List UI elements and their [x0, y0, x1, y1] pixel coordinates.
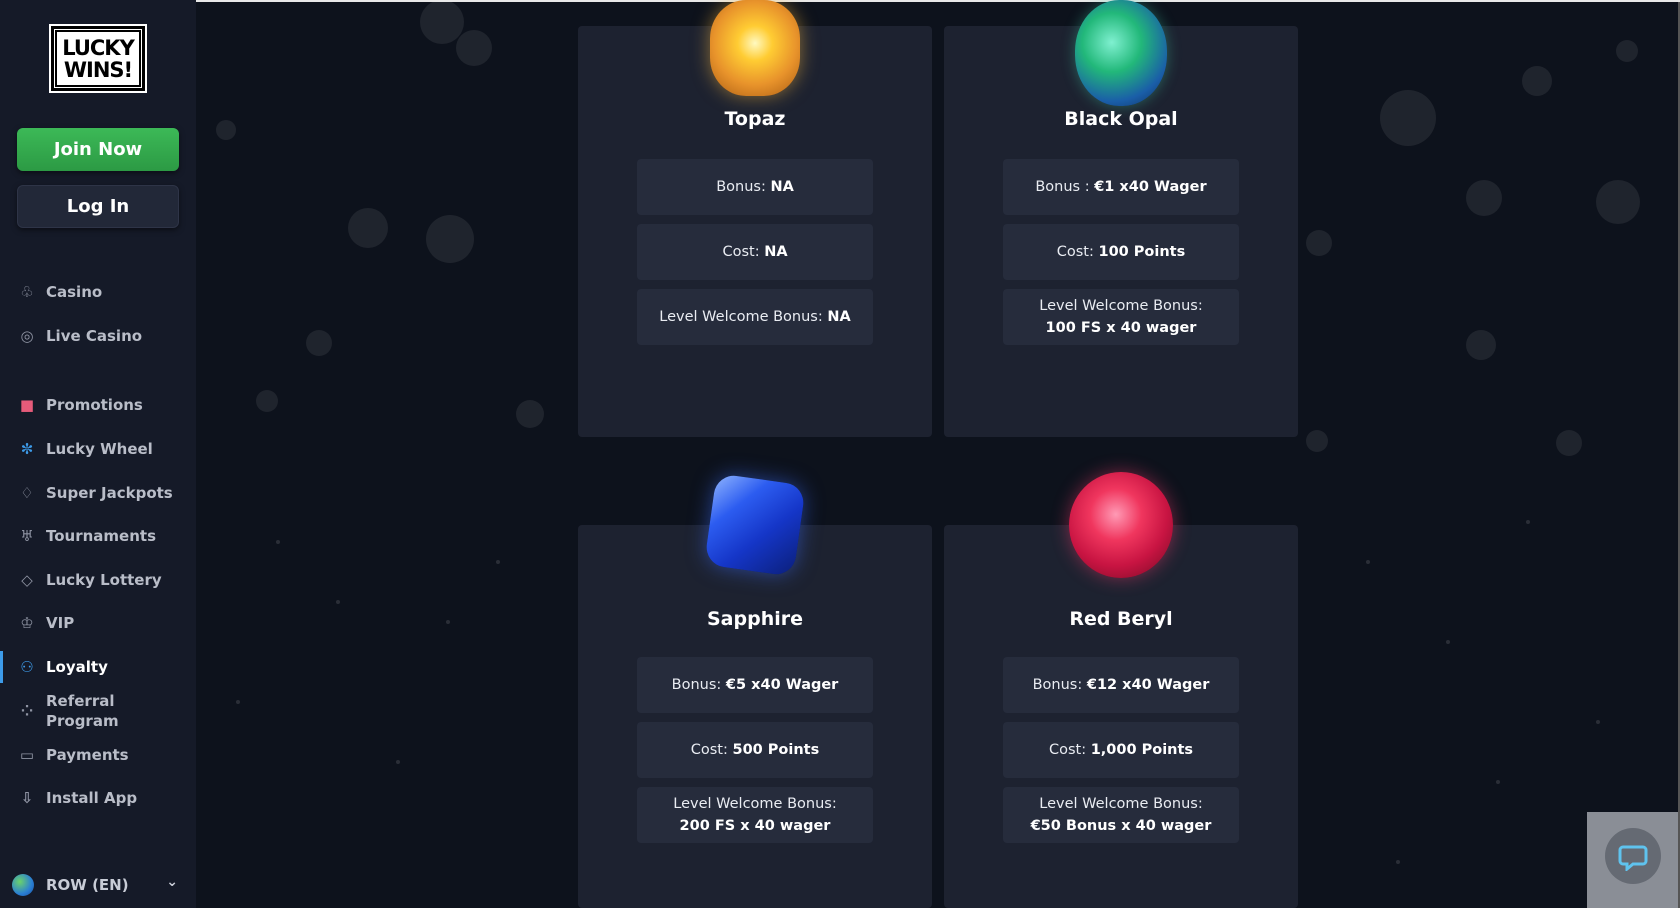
- cost-label: Cost:: [1048, 742, 1087, 758]
- cost-field: Cost: 100 Points: [1003, 224, 1239, 280]
- globe-icon: [12, 874, 34, 896]
- cost-field: Cost: NA: [637, 224, 873, 280]
- sidebar-item-label: Casino: [46, 283, 103, 301]
- sidebar-item-label: Lucky Wheel: [46, 440, 153, 458]
- card-icon: ▭: [19, 746, 35, 764]
- sidebar-item-label: Tournaments: [46, 527, 157, 545]
- lucky-wins-logo[interactable]: LUCKY WINS!: [49, 24, 147, 93]
- cost-label: Cost:: [722, 244, 760, 260]
- bonus-value: €12 x40 Wager: [1086, 677, 1210, 693]
- sidebar-item-lucky-wheel[interactable]: ✼ Lucky Wheel: [0, 431, 196, 467]
- bonus-value: NA: [770, 179, 794, 195]
- welcome-bonus-label: Level Welcome Bonus:: [1039, 796, 1203, 812]
- welcome-bonus-value: NA: [827, 309, 851, 325]
- bonus-value: €5 x40 Wager: [725, 677, 839, 693]
- live-casino-icon: ◎: [20, 327, 34, 345]
- sidebar-item-label: Lucky Lottery: [46, 571, 162, 589]
- chat-bubble-icon: [1618, 845, 1648, 871]
- cost-field: Cost: 1,000 Points: [1003, 722, 1239, 778]
- sidebar-item-live-casino[interactable]: ◎ Live Casino: [0, 318, 196, 354]
- bonus-field: Bonus: €5 x40 Wager: [637, 657, 873, 713]
- loyalty-icon: ⚇: [20, 658, 34, 676]
- logo-text-line2: WINS!: [63, 57, 133, 82]
- referral-icon: ⁘: [20, 702, 34, 720]
- bonus-field: Bonus : €1 x40 Wager: [1003, 159, 1239, 215]
- sidebar-item-label: Super Jackpots: [46, 484, 173, 502]
- tier-name: Black Opal: [1064, 108, 1178, 130]
- bonus-label: Bonus:: [671, 677, 722, 693]
- sidebar-item-label: Loyalty: [46, 658, 108, 676]
- sidebar-item-label: Install App: [46, 789, 138, 807]
- join-now-button[interactable]: Join Now: [17, 128, 179, 171]
- cost-value: NA: [764, 244, 788, 260]
- cost-value: 1,000 Points: [1090, 742, 1194, 758]
- bonus-field: Bonus: €12 x40 Wager: [1003, 657, 1239, 713]
- black-opal-gem-icon: [1075, 0, 1167, 106]
- sidebar-item-label: Program: [46, 712, 119, 730]
- bonus-label: Bonus:: [1032, 677, 1083, 693]
- sidebar-item-label: VIP: [46, 614, 75, 632]
- welcome-bonus-label: Level Welcome Bonus:: [659, 309, 823, 325]
- sidebar-item-label: Live Casino: [46, 327, 143, 345]
- sidebar-item-loyalty[interactable]: ⚇ Loyalty: [0, 649, 196, 685]
- welcome-bonus-value: 200 FS x 40 wager: [679, 818, 831, 834]
- welcome-bonus-label: Level Welcome Bonus:: [1039, 298, 1203, 314]
- sidebar-item-promotions[interactable]: ■ Promotions: [0, 387, 196, 423]
- welcome-bonus-field: Level Welcome Bonus: 200 FS x 40 wager: [637, 787, 873, 843]
- tier-name: Red Beryl: [1069, 608, 1173, 630]
- sidebar-item-super-jackpots[interactable]: ♢ Super Jackpots: [0, 475, 196, 511]
- bonus-value: €1 x40 Wager: [1094, 179, 1207, 195]
- ticket-icon: ◇: [21, 571, 33, 589]
- cost-label: Cost:: [690, 742, 728, 758]
- welcome-bonus-field: Level Welcome Bonus: NA: [637, 289, 873, 345]
- sidebar-item-install-app[interactable]: ⇩ Install App: [0, 780, 196, 816]
- gift-icon: ■: [19, 396, 35, 414]
- cost-value: 100 Points: [1098, 244, 1186, 260]
- sidebar-item-casino[interactable]: ♧ Casino: [0, 274, 196, 310]
- chat-widget: [1587, 812, 1680, 908]
- sidebar-item-label: Referral: [46, 692, 115, 710]
- cost-field: Cost: 500 Points: [637, 722, 873, 778]
- sidebar-item-tournaments[interactable]: ♅ Tournaments: [0, 518, 196, 554]
- sidebar-item-label: Promotions: [46, 396, 143, 414]
- sidebar-item-vip[interactable]: ♔ VIP: [0, 605, 196, 641]
- sapphire-gem-icon: [704, 473, 806, 577]
- welcome-bonus-value: €50 Bonus x 40 wager: [1030, 818, 1212, 834]
- language-selector[interactable]: ROW (EN) ⌄: [12, 870, 184, 900]
- cost-value: 500 Points: [732, 742, 820, 758]
- welcome-bonus-field: Level Welcome Bonus: €50 Bonus x 40 wage…: [1003, 787, 1239, 843]
- logo-text-line1: LUCKY: [62, 35, 135, 60]
- sidebar-item-referral-program[interactable]: ⁘ Referral Program: [0, 688, 196, 734]
- tier-card-sapphire: Sapphire Bonus: €5 x40 Wager Cost: 500 P…: [578, 473, 932, 908]
- log-in-button[interactable]: Log In: [17, 185, 179, 228]
- tier-card-black-opal: Black Opal Bonus : €1 x40 Wager Cost: 10…: [944, 0, 1298, 437]
- tier-name: Sapphire: [706, 608, 803, 630]
- cost-label: Cost:: [1056, 244, 1094, 260]
- sidebar-item-label: Payments: [46, 746, 129, 764]
- background: [196, 0, 1680, 908]
- tier-card-topaz: Topaz Bonus: NA Cost: NA Level Welcome B…: [578, 0, 932, 437]
- topaz-gem-icon: [710, 0, 800, 96]
- crown-icon: ♔: [20, 614, 34, 632]
- trophy-icon: ♅: [20, 527, 34, 545]
- tier-name: Topaz: [724, 108, 786, 130]
- sidebar-item-lucky-lottery[interactable]: ◇ Lucky Lottery: [0, 562, 196, 598]
- download-icon: ⇩: [20, 789, 34, 807]
- bonus-field: Bonus: NA: [637, 159, 873, 215]
- bonus-label: Bonus :: [1035, 179, 1090, 195]
- tier-card-red-beryl: Red Beryl Bonus: €12 x40 Wager Cost: 1,0…: [944, 472, 1298, 908]
- sidebar: LUCKY WINS! Join Now Log In ♧ Casino ◎ L…: [0, 0, 196, 908]
- welcome-bonus-value: 100 FS x 40 wager: [1045, 320, 1197, 336]
- bonus-label: Bonus:: [716, 179, 766, 195]
- chat-button[interactable]: [1605, 828, 1661, 884]
- welcome-bonus-label: Level Welcome Bonus:: [673, 796, 837, 812]
- language-label: ROW (EN): [46, 876, 129, 894]
- jackpot-icon: ♢: [20, 484, 34, 502]
- chevron-down-icon: ⌄: [166, 874, 178, 890]
- welcome-bonus-field: Level Welcome Bonus: 100 FS x 40 wager: [1003, 289, 1239, 345]
- casino-icon: ♧: [20, 283, 34, 301]
- wheel-icon: ✼: [20, 440, 34, 458]
- sidebar-item-payments[interactable]: ▭ Payments: [0, 737, 196, 773]
- red-beryl-gem-icon: [1069, 472, 1173, 578]
